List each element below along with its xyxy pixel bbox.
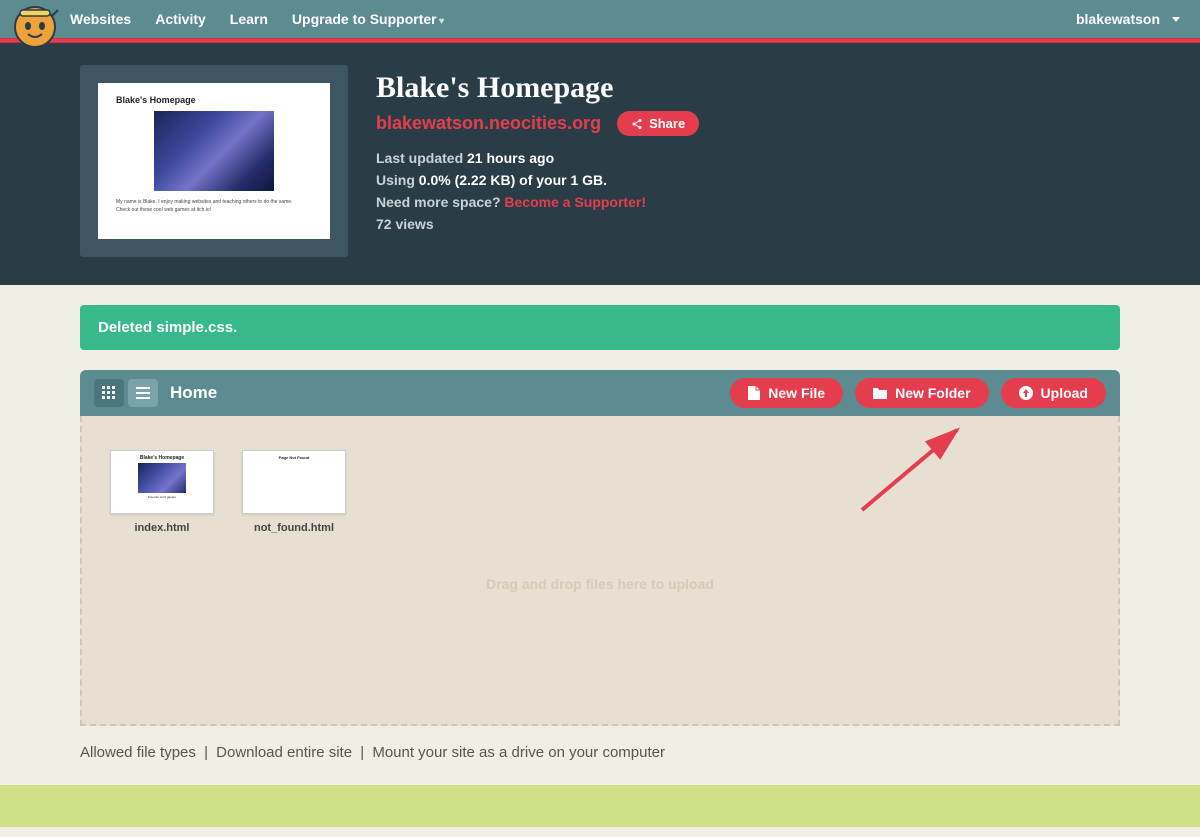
view-count: 72 views <box>376 216 699 232</box>
thumb-image <box>154 111 274 191</box>
file-thumbnail: Blake's Homepage Favorite sci-fi games <box>110 450 214 514</box>
file-name: index.html <box>110 522 214 534</box>
grid-view-button[interactable] <box>94 379 124 407</box>
file-icon <box>748 386 760 400</box>
chevron-down-icon <box>1172 17 1180 22</box>
drop-hint: Drag and drop files here to upload <box>82 576 1118 592</box>
grid-icon <box>102 386 116 400</box>
footer-strip <box>0 785 1200 827</box>
new-folder-label: New Folder <box>895 385 970 401</box>
share-icon <box>631 118 643 130</box>
new-file-button[interactable]: New File <box>730 378 843 408</box>
username: blakewatson <box>1076 11 1160 27</box>
top-navbar: Websites Activity Learn Upgrade to Suppo… <box>0 0 1200 38</box>
list-icon <box>136 386 150 400</box>
become-supporter-link[interactable]: Become a Supporter! <box>504 194 646 210</box>
share-label: Share <box>649 116 685 131</box>
mount-drive-link[interactable]: Mount your site as a drive on your compu… <box>372 744 665 761</box>
upload-icon <box>1019 386 1033 400</box>
footer-links: Allowed file types | Download entire sit… <box>80 726 1120 785</box>
nav-upgrade[interactable]: Upgrade to Supporter♥ <box>292 11 445 27</box>
list-view-button[interactable] <box>128 379 158 407</box>
file-list: Blake's Homepage Favorite sci-fi games i… <box>110 450 1090 534</box>
site-info: Blake's Homepage blakewatson.neocities.o… <box>376 65 699 257</box>
file-item[interactable]: Page Not Found not_found.html <box>242 450 346 534</box>
flash-alert: Deleted simple.css. <box>80 305 1120 350</box>
file-toolbar: Home New File New Folder Upload <box>80 370 1120 416</box>
upload-button[interactable]: Upload <box>1001 378 1106 408</box>
file-name: not_found.html <box>242 522 346 534</box>
thumb-title: Blake's Homepage <box>116 95 312 105</box>
file-thumbnail: Page Not Found <box>242 450 346 514</box>
share-button[interactable]: Share <box>617 111 699 136</box>
site-thumbnail-card[interactable]: Blake's Homepage My name is Blake. I enj… <box>80 65 348 257</box>
site-thumbnail: Blake's Homepage My name is Blake. I enj… <box>98 83 330 239</box>
download-site-link[interactable]: Download entire site <box>216 744 352 761</box>
site-url-link[interactable]: blakewatson.neocities.org <box>376 113 601 134</box>
folder-icon <box>873 387 887 399</box>
file-item[interactable]: Blake's Homepage Favorite sci-fi games i… <box>110 450 214 534</box>
upgrade-prompt: Need more space? Become a Supporter! <box>376 194 699 210</box>
user-menu[interactable]: blakewatson <box>1076 11 1180 27</box>
nav-websites[interactable]: Websites <box>70 11 131 27</box>
view-toggle <box>94 379 158 407</box>
storage-usage: Using 0.0% (2.22 KB) of your 1 GB. <box>376 172 699 188</box>
logo[interactable] <box>8 2 62 56</box>
new-file-label: New File <box>768 385 825 401</box>
upload-label: Upload <box>1041 385 1088 401</box>
new-folder-button[interactable]: New Folder <box>855 378 988 408</box>
nav-activity[interactable]: Activity <box>155 11 206 27</box>
allowed-filetypes-link[interactable]: Allowed file types <box>80 744 196 761</box>
breadcrumb[interactable]: Home <box>170 383 217 403</box>
file-drop-area[interactable]: Blake's Homepage Favorite sci-fi games i… <box>80 416 1120 726</box>
page-title: Blake's Homepage <box>376 71 699 105</box>
nav-learn[interactable]: Learn <box>230 11 268 27</box>
last-updated: Last updated 21 hours ago <box>376 150 699 166</box>
nav-upgrade-label: Upgrade to Supporter <box>292 11 437 27</box>
heart-icon: ♥ <box>439 16 445 27</box>
nav-links: Websites Activity Learn Upgrade to Suppo… <box>70 11 445 27</box>
site-hero: Blake's Homepage My name is Blake. I enj… <box>0 43 1200 285</box>
